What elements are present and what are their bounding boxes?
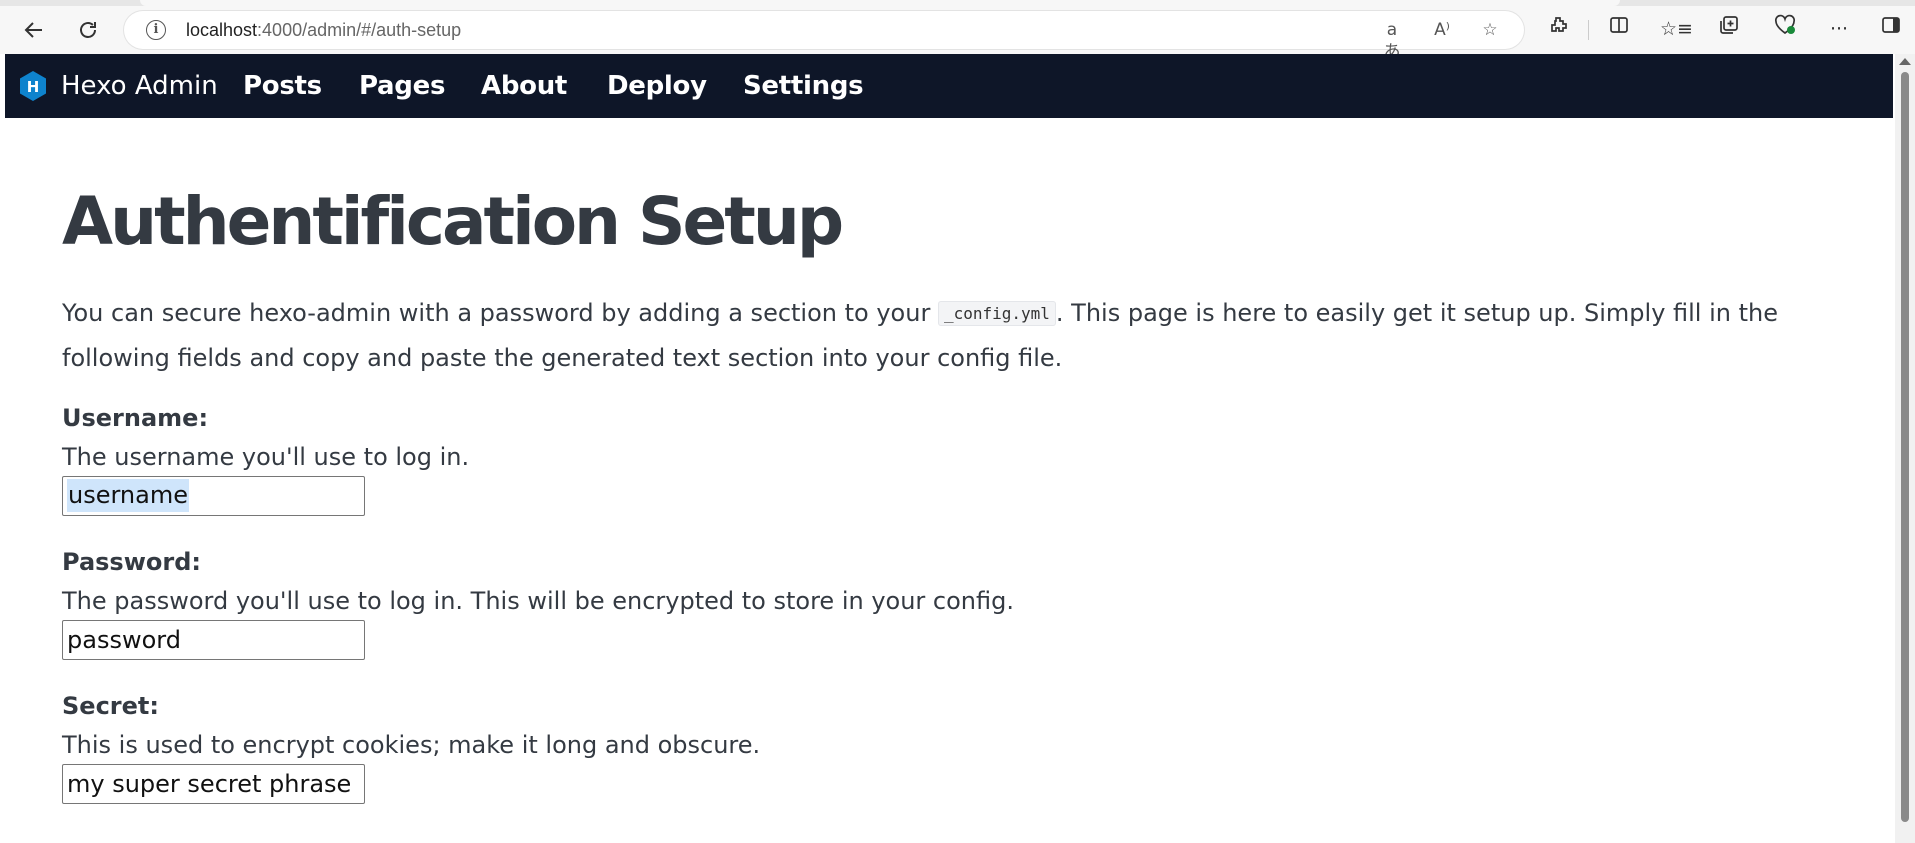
site-info-icon[interactable]: i [146,20,166,40]
more-options-icon[interactable]: ··· [1824,14,1854,44]
svg-text:H: H [27,78,40,96]
extensions-icon[interactable] [1544,14,1574,44]
nav-pages[interactable]: Pages [359,71,445,101]
nav-settings[interactable]: Settings [743,71,864,101]
nav-about[interactable]: About [481,71,567,101]
username-label: Username: [62,404,209,432]
sidebar-toggle-icon[interactable] [1876,14,1906,44]
scrollbar-thumb[interactable] [1901,72,1909,822]
collections-icon[interactable] [1714,14,1744,44]
username-input-wrapper: username [62,476,365,516]
address-bar[interactable]: i localhost:4000/admin/#/auth-setup aあ A… [124,11,1524,62]
intro-text: You can secure hexo-admin with a passwor… [62,299,1778,372]
page-viewport: H Hexo Admin Posts Pages About Deploy Se… [5,54,1893,843]
secret-input[interactable] [62,764,365,804]
password-input[interactable] [62,620,365,660]
page-scrollbar[interactable] [1895,54,1915,843]
app-navbar: H Hexo Admin Posts Pages About Deploy Se… [5,54,1893,118]
toolbar-divider [1588,20,1589,40]
tab-strip [0,0,1915,6]
password-description: The password you'll use to log in. This … [62,587,1014,615]
page-title: Authentification Setup [62,183,844,260]
back-button[interactable] [16,12,52,48]
username-selected-text: username [67,479,189,512]
username-field-group: Username: The username you'll use to log… [62,398,1842,516]
config-filename: _config.yml [937,301,1056,326]
translate-icon[interactable]: aあ [1380,19,1404,62]
nav-posts[interactable]: Posts [243,71,322,101]
reload-button[interactable] [70,12,106,48]
split-screen-icon[interactable] [1604,14,1634,44]
scroll-up-icon[interactable] [1899,58,1911,65]
favorites-list-icon[interactable]: ☆≡ [1660,14,1693,44]
read-aloud-icon[interactable]: A⁾ [1430,19,1454,43]
username-description: The username you'll use to log in. [62,443,470,471]
password-label: Password: [62,548,201,576]
app-brand[interactable]: Hexo Admin [61,71,218,101]
secret-description: This is used to encrypt cookies; make it… [62,731,761,759]
password-field-group: Password: The password you'll use to log… [62,542,1842,660]
nav-deploy[interactable]: Deploy [607,71,707,101]
auth-setup-content: Authentification Setup You can secure he… [62,182,1842,804]
secret-field-group: Secret: This is used to encrypt cookies;… [62,686,1842,804]
reload-icon [80,22,96,38]
back-arrow-icon [24,22,42,38]
hexo-logo-icon[interactable]: H [19,70,47,102]
address-url[interactable]: localhost:4000/admin/#/auth-setup [186,20,461,41]
browser-toolbar: i localhost:4000/admin/#/auth-setup aあ A… [0,0,1915,62]
secret-label: Secret: [62,692,159,720]
browser-essentials-icon[interactable] [1770,14,1800,44]
favorite-star-icon[interactable]: ☆ [1478,19,1502,43]
